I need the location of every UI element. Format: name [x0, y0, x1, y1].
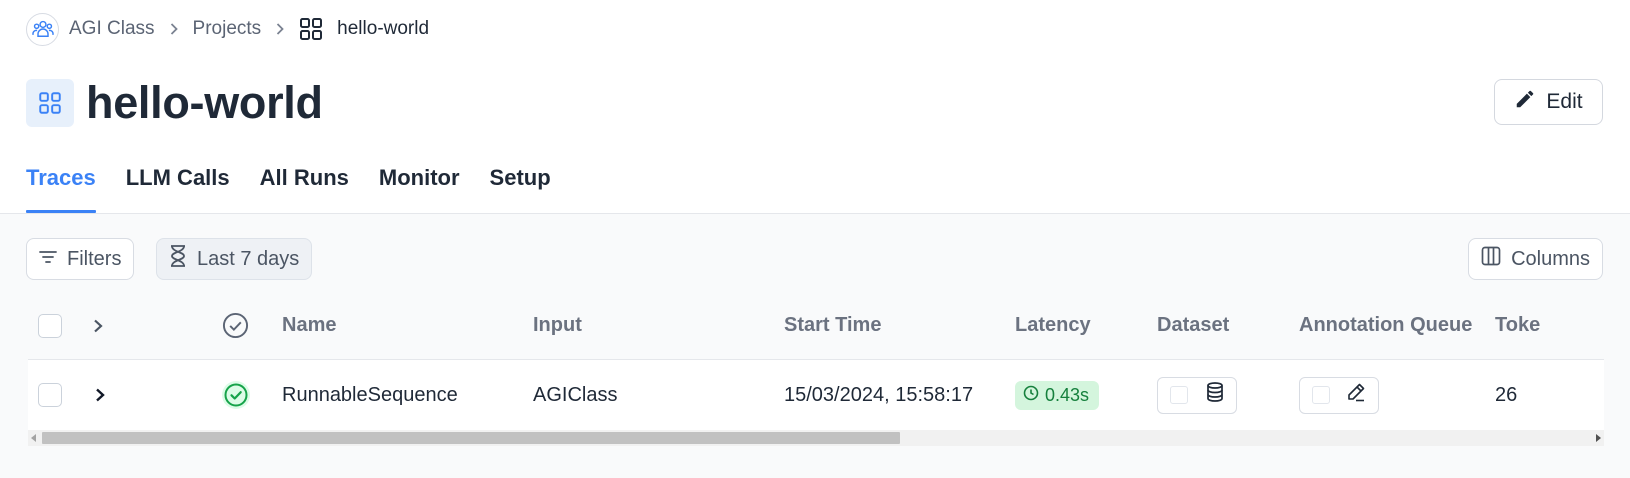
breadcrumb-current: hello-world	[337, 18, 430, 39]
pen-icon[interactable]	[1346, 382, 1366, 408]
database-icon[interactable]	[1206, 382, 1224, 408]
status-check-icon	[222, 292, 249, 359]
horizontal-scrollbar[interactable]	[28, 430, 1604, 446]
grid-icon	[299, 17, 323, 41]
chevron-right-icon	[169, 22, 179, 36]
filter-icon	[39, 248, 57, 271]
cell-name[interactable]: RunnableSequence	[282, 360, 458, 430]
breadcrumb-org-link[interactable]: AGI Class	[69, 18, 155, 40]
expand-row-icon[interactable]	[94, 360, 106, 430]
annotation-checkbox[interactable]	[1312, 386, 1330, 404]
page-header: hello-world	[26, 77, 323, 129]
scroll-left-icon[interactable]	[31, 434, 36, 442]
dataset-checkbox[interactable]	[1170, 386, 1188, 404]
scrollbar-thumb[interactable]	[42, 432, 900, 444]
breadcrumb-projects-link[interactable]: Projects	[193, 18, 262, 40]
cell-tokens: 26	[1495, 383, 1518, 406]
tab-llm-calls[interactable]: LLM Calls	[126, 165, 230, 213]
edit-button-label: Edit	[1546, 90, 1583, 113]
scroll-right-icon[interactable]	[1596, 434, 1601, 442]
columns-label: Columns	[1511, 247, 1590, 270]
tab-monitor[interactable]: Monitor	[379, 165, 460, 213]
chevron-right-icon[interactable]	[92, 292, 104, 359]
latency-value: 0.43s	[1045, 384, 1090, 405]
grid-icon	[26, 79, 74, 127]
breadcrumb: AGI Class Projects hello-world	[26, 12, 429, 46]
tab-bar: Traces LLM Calls All Runs Monitor Setup	[26, 165, 551, 213]
add-to-dataset-control[interactable]	[1157, 376, 1237, 414]
success-status-icon	[221, 360, 251, 430]
filters-label: Filters	[67, 247, 122, 270]
pencil-icon	[1514, 88, 1536, 116]
tab-setup[interactable]: Setup	[490, 165, 551, 213]
latency-badge: 0.43s	[1015, 380, 1100, 410]
filters-button[interactable]: Filters	[26, 238, 135, 280]
select-all-checkbox[interactable]	[38, 313, 62, 338]
people-icon[interactable]	[26, 12, 59, 46]
cell-start-time: 15/03/2024, 15:58:17	[784, 383, 974, 406]
date-range-label: Last 7 days	[197, 247, 300, 270]
traces-panel: Filters Last 7 days Columns Name Input S…	[0, 214, 1630, 478]
column-header-input[interactable]: Input	[533, 292, 582, 359]
clock-icon	[1023, 385, 1039, 406]
traces-table: Name Input Start Time Latency Dataset An…	[28, 292, 1604, 430]
annotation-queue-control[interactable]	[1299, 376, 1379, 414]
row-checkbox[interactable]	[38, 383, 62, 407]
column-header-name[interactable]: Name	[282, 292, 336, 359]
column-header-start-time[interactable]: Start Time	[784, 292, 881, 359]
cell-input: AGIClass	[533, 383, 618, 406]
columns-icon	[1481, 246, 1501, 272]
hourglass-icon	[169, 245, 187, 273]
tab-all-runs[interactable]: All Runs	[260, 165, 349, 213]
column-header-tokens[interactable]: Toke	[1495, 292, 1540, 359]
tab-traces[interactable]: Traces	[26, 165, 96, 213]
table-row[interactable]: RunnableSequence AGIClass 15/03/2024, 15…	[28, 360, 1604, 430]
columns-button[interactable]: Columns	[1468, 238, 1603, 280]
column-header-dataset[interactable]: Dataset	[1157, 292, 1229, 359]
chevron-right-icon	[275, 22, 285, 36]
page-title: hello-world	[86, 77, 323, 128]
column-header-annotation-queue[interactable]: Annotation Queue	[1299, 292, 1472, 359]
column-header-latency[interactable]: Latency	[1015, 292, 1091, 359]
edit-button[interactable]: Edit	[1494, 79, 1603, 125]
date-range-button[interactable]: Last 7 days	[156, 238, 313, 280]
table-header-row: Name Input Start Time Latency Dataset An…	[28, 292, 1604, 360]
